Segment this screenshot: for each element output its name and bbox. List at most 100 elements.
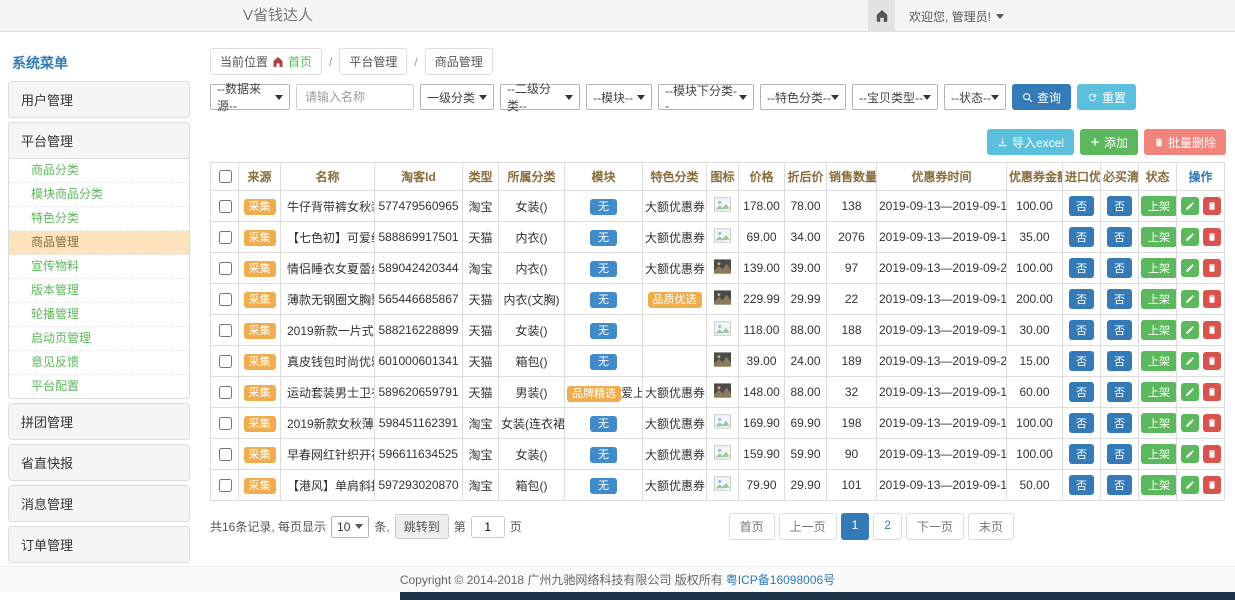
row-checkbox[interactable] [219,262,232,275]
must-buy-toggle[interactable]: 否 [1107,320,1132,340]
module-select[interactable]: --模块-- [586,84,652,110]
delete-button[interactable] [1203,352,1221,370]
search-button[interactable]: 查询 [1012,84,1071,110]
status-toggle[interactable]: 上架 [1141,289,1177,309]
add-button[interactable]: 添加 [1080,129,1138,155]
sidebar-item[interactable]: 商品管理 [9,231,189,255]
row-checkbox[interactable] [219,200,232,213]
level1-category-select[interactable]: 一级分类 [420,84,494,110]
sidebar-group-header[interactable]: 用户管理 [9,82,189,117]
page-button[interactable]: 下一页 [906,513,964,540]
edit-button[interactable] [1181,383,1199,401]
jump-button[interactable]: 跳转到 [395,514,449,539]
edit-button[interactable] [1181,197,1199,215]
status-toggle[interactable]: 上架 [1141,413,1177,433]
sidebar-item[interactable]: 意见反馈 [9,351,189,375]
sidebar-item[interactable]: 商品分类 [9,159,189,183]
import-select-toggle[interactable]: 否 [1069,475,1094,495]
name-search-input[interactable] [296,84,414,110]
page-button[interactable]: 末页 [968,513,1014,540]
must-buy-toggle[interactable]: 否 [1107,475,1132,495]
row-checkbox[interactable] [219,386,232,399]
import-select-toggle[interactable]: 否 [1069,289,1094,309]
status-toggle[interactable]: 上架 [1141,227,1177,247]
edit-button[interactable] [1181,321,1199,339]
edit-button[interactable] [1181,352,1199,370]
row-checkbox[interactable] [219,355,232,368]
must-buy-toggle[interactable]: 否 [1107,444,1132,464]
page-button[interactable]: 1 [841,513,870,540]
delete-button[interactable] [1203,228,1221,246]
import-select-toggle[interactable]: 否 [1069,382,1094,402]
import-excel-button[interactable]: 导入excel [987,129,1074,155]
edit-button[interactable] [1181,228,1199,246]
status-toggle[interactable]: 上架 [1141,196,1177,216]
sidebar-group-header[interactable]: 订单管理 [9,527,189,562]
breadcrumb-item-products[interactable]: 商品管理 [425,48,493,75]
delete-button[interactable] [1203,321,1221,339]
data-source-select[interactable]: --数据来源-- [210,84,290,110]
must-buy-toggle[interactable]: 否 [1107,413,1132,433]
row-checkbox[interactable] [219,293,232,306]
import-select-toggle[interactable]: 否 [1069,444,1094,464]
sidebar-group-header[interactable]: 拼团管理 [9,404,189,439]
edit-button[interactable] [1181,445,1199,463]
item-type-select[interactable]: --宝贝类型-- [852,84,938,110]
status-toggle[interactable]: 上架 [1141,382,1177,402]
must-buy-toggle[interactable]: 否 [1107,196,1132,216]
row-checkbox[interactable] [219,231,232,244]
breadcrumb-item-platform[interactable]: 平台管理 [339,48,407,75]
jump-page-input[interactable] [471,516,505,538]
sidebar-item[interactable]: 版本管理 [9,279,189,303]
status-toggle[interactable]: 上架 [1141,258,1177,278]
row-checkbox[interactable] [219,479,232,492]
reset-button[interactable]: 重置 [1077,84,1136,110]
level2-category-select[interactable]: --二级分类-- [500,84,580,110]
sidebar-group-header[interactable]: 消息管理 [9,486,189,521]
sidebar-item[interactable]: 宣传物料 [9,255,189,279]
module-sub-select[interactable]: --模块下分类-- [658,84,754,110]
sidebar-item[interactable]: 特色分类 [9,207,189,231]
delete-button[interactable] [1203,445,1221,463]
status-toggle[interactable]: 上架 [1141,351,1177,371]
nav-home-button[interactable] [868,0,895,32]
page-button[interactable]: 首页 [729,513,775,540]
sidebar-item[interactable]: 平台配置 [9,375,189,398]
must-buy-toggle[interactable]: 否 [1107,382,1132,402]
sidebar-item[interactable]: 启动页管理 [9,327,189,351]
page-button[interactable]: 上一页 [779,513,837,540]
import-select-toggle[interactable]: 否 [1069,351,1094,371]
status-toggle[interactable]: 上架 [1141,320,1177,340]
import-select-toggle[interactable]: 否 [1069,196,1094,216]
edit-button[interactable] [1181,290,1199,308]
must-buy-toggle[interactable]: 否 [1107,351,1132,371]
per-page-select[interactable]: 10 [331,516,369,538]
row-checkbox[interactable] [219,324,232,337]
import-select-toggle[interactable]: 否 [1069,320,1094,340]
delete-button[interactable] [1203,476,1221,494]
must-buy-toggle[interactable]: 否 [1107,289,1132,309]
import-select-toggle[interactable]: 否 [1069,413,1094,433]
delete-button[interactable] [1203,383,1221,401]
user-menu[interactable]: 欢迎您, 管理员! [909,8,1004,25]
row-checkbox[interactable] [219,417,232,430]
must-buy-toggle[interactable]: 否 [1107,258,1132,278]
sidebar-group-header[interactable]: 平台管理 [9,123,189,158]
delete-button[interactable] [1203,197,1221,215]
edit-button[interactable] [1181,476,1199,494]
import-select-toggle[interactable]: 否 [1069,227,1094,247]
status-select[interactable]: --状态-- [944,84,1006,110]
import-select-toggle[interactable]: 否 [1069,258,1094,278]
icp-link[interactable]: 粤ICP备16098006号 [726,571,835,588]
sidebar-group-header[interactable]: 省直快报 [9,445,189,480]
page-button[interactable]: 2 [873,513,902,540]
sidebar-item[interactable]: 模块商品分类 [9,183,189,207]
breadcrumb-home-link[interactable]: 首页 [288,53,312,70]
select-all-checkbox[interactable] [219,170,232,183]
batch-delete-button[interactable]: 批量删除 [1144,129,1226,155]
featured-category-select[interactable]: --特色分类-- [760,84,846,110]
delete-button[interactable] [1203,414,1221,432]
delete-button[interactable] [1203,259,1221,277]
sidebar-item[interactable]: 轮播管理 [9,303,189,327]
status-toggle[interactable]: 上架 [1141,475,1177,495]
